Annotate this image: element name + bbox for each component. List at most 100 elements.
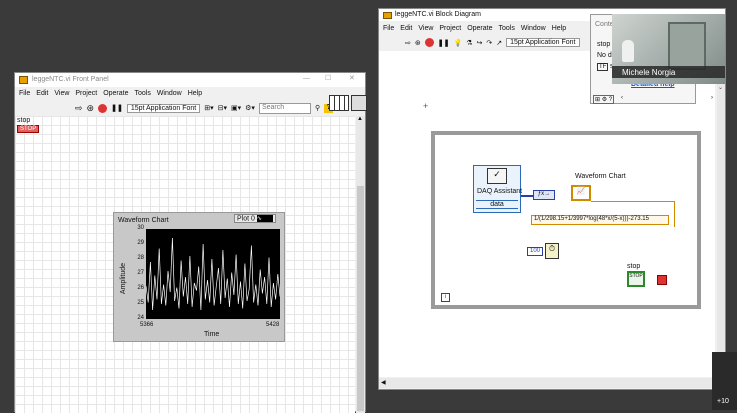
participants-overflow-tile[interactable]: +10 xyxy=(712,352,737,410)
resize-icon[interactable]: ▣▾ xyxy=(231,104,241,112)
bd-menu-file[interactable]: File xyxy=(383,25,394,32)
context-item-type-icon: TF xyxy=(597,63,609,71)
labview-vi-icon-bd xyxy=(383,12,392,19)
retain-wire-icon[interactable]: ⚗ xyxy=(466,39,472,47)
y-tick-27: 27 xyxy=(137,270,144,276)
bd-font-select[interactable]: 15pt Application Font xyxy=(506,38,580,47)
bd-abort-icon[interactable] xyxy=(424,38,434,47)
stop-control-label: stop xyxy=(17,117,31,124)
front-panel-canvas[interactable]: stop STOP Waveform Chart Plot 0 ∿ Amplit… xyxy=(15,116,355,413)
bd-run-arrow-icon[interactable]: ⇨ xyxy=(405,39,411,47)
context-scroll-right-icon[interactable]: › xyxy=(711,95,713,101)
scroll-thumb[interactable] xyxy=(357,186,364,411)
connector-pane-icon[interactable] xyxy=(329,95,349,111)
daq-assistant-node[interactable]: ✓ DAQ Assistant data xyxy=(473,165,522,213)
x-axis-label: Time xyxy=(204,331,220,338)
menu-help[interactable]: Help xyxy=(188,90,202,97)
x-tick-start: 5366 xyxy=(140,322,154,328)
vertical-scrollbar[interactable]: ▲ xyxy=(356,116,365,413)
bd-vertical-scrollbar[interactable] xyxy=(717,51,725,377)
wait-constant[interactable]: 100 xyxy=(527,247,543,256)
participant-video-tile[interactable]: Michele Norgia ⌄ xyxy=(612,14,725,91)
scroll-up-icon[interactable]: ▲ xyxy=(357,116,363,122)
participant-name: Michele Norgia xyxy=(622,68,676,77)
context-toolbar-icons[interactable]: ⊞ ⚙ ? xyxy=(593,95,615,104)
pause-icon[interactable]: ❚❚ xyxy=(111,104,123,112)
loop-condition-icon[interactable] xyxy=(657,275,667,285)
y-tick-28: 28 xyxy=(137,255,144,261)
bd-menu-help[interactable]: Help xyxy=(552,25,566,32)
bd-horizontal-scrollbar[interactable]: ◀ xyxy=(379,378,717,388)
cursor-crosshair-icon: + xyxy=(423,101,429,111)
front-panel-titlebar[interactable]: leggeNTC.vi Front Panel — ☐ ✕ xyxy=(15,73,365,87)
y-tick-30: 30 xyxy=(137,225,144,231)
menu-view[interactable]: View xyxy=(54,90,69,97)
labview-vi-icon xyxy=(19,76,28,84)
participant-avatar xyxy=(622,40,634,62)
front-panel-window: leggeNTC.vi Front Panel — ☐ ✕ File Edit Vi… xyxy=(14,72,367,413)
waveform-chart: Waveform Chart Plot 0 ∿ Amplitude 30 29 … xyxy=(113,212,285,342)
chart-plot-area[interactable] xyxy=(146,229,280,319)
y-tick-25: 25 xyxy=(137,300,144,306)
menu-project[interactable]: Project xyxy=(75,90,97,97)
font-select[interactable]: 15pt Application Font xyxy=(126,103,201,113)
context-scroll-left-icon[interactable]: ‹ xyxy=(621,95,623,101)
stop-button[interactable]: STOP xyxy=(17,125,40,133)
menu-tools[interactable]: Tools xyxy=(134,90,150,97)
menu-operate[interactable]: Operate xyxy=(103,90,128,97)
daq-assistant-icon: ✓ xyxy=(487,168,507,184)
menu-window[interactable]: Window xyxy=(157,90,182,97)
distribute-icon[interactable]: ⊟▾ xyxy=(218,104,227,112)
align-icon[interactable]: ⊞▾ xyxy=(204,104,213,112)
bd-menu-tools[interactable]: Tools xyxy=(498,25,514,32)
y-tick-26: 26 xyxy=(137,285,144,291)
step-icon[interactable]: ↪ xyxy=(476,39,482,47)
front-panel-toolbar: ⇨ ⊛ ❚❚ 15pt Application Font ⊞▾ ⊟▾ ▣▾ ⚙▾… xyxy=(75,102,334,114)
plot-legend[interactable]: Plot 0 ∿ xyxy=(234,214,276,224)
y-axis-label: Amplitude xyxy=(120,262,128,295)
maximize-icon[interactable]: ☐ xyxy=(325,74,331,82)
daq-data-terminal[interactable]: data xyxy=(476,200,518,209)
daq-wire xyxy=(521,195,533,197)
scroll-left-icon[interactable]: ◀ xyxy=(381,379,386,386)
context-help-title: Conte xyxy=(595,21,614,28)
menu-file[interactable]: File xyxy=(19,90,30,97)
waveform-chart-terminal[interactable]: 📈 xyxy=(571,185,591,201)
highlight-execution-icon[interactable]: 💡 xyxy=(453,39,462,47)
bd-menu-view[interactable]: View xyxy=(418,25,433,32)
block-diagram-toolbar: ⇨ ⊛ ❚❚ 💡 ⚗ ↪ ↷ ↗ 15pt Application Font xyxy=(405,37,580,48)
search-icon[interactable]: ⚲ xyxy=(315,104,320,112)
formula-node[interactable]: 1/(1/298.15+1/3997*log(48*x/(5-x)))-273.… xyxy=(531,215,669,225)
abort-icon[interactable] xyxy=(98,103,108,113)
run-continuous-icon[interactable]: ⊛ xyxy=(87,103,95,114)
bd-run-continuous-icon[interactable]: ⊛ xyxy=(415,39,421,47)
y-tick-29: 29 xyxy=(137,240,144,246)
run-arrow-icon[interactable]: ⇨ xyxy=(75,103,83,114)
menu-edit[interactable]: Edit xyxy=(36,90,48,97)
bd-pause-icon[interactable]: ❚❚ xyxy=(438,39,450,47)
stop-terminal-label: stop xyxy=(627,263,641,270)
close-icon[interactable]: ✕ xyxy=(349,74,355,82)
bd-menu-operate[interactable]: Operate xyxy=(467,25,492,32)
bd-menu-window[interactable]: Window xyxy=(521,25,546,32)
plot-line-icon: ∿ xyxy=(256,215,273,222)
context-item-stop: stop xyxy=(597,41,611,48)
minimize-icon[interactable]: — xyxy=(303,75,310,82)
while-loop[interactable]: ✓ DAQ Assistant data ƒx→ 📈 Waveform Char… xyxy=(431,131,701,309)
video-scroll-chevron-icon[interactable]: ⌄ xyxy=(718,84,723,91)
wait-ms-icon[interactable]: ⏱ xyxy=(545,243,559,259)
block-diagram-menubar: File Edit View Project Operate Tools Window Hel… xyxy=(383,25,572,35)
participant-name-bar: Michele Norgia xyxy=(612,66,725,78)
block-diagram-title: leggeNTC.vi Block Diagram xyxy=(395,11,481,18)
bd-menu-edit[interactable]: Edit xyxy=(400,25,412,32)
bd-menu-project[interactable]: Project xyxy=(439,25,461,32)
stop-terminal[interactable]: STOP xyxy=(627,271,645,287)
vi-icon[interactable] xyxy=(351,95,367,111)
reorder-icon[interactable]: ⚙▾ xyxy=(245,104,255,112)
step-over-icon[interactable]: ↷ xyxy=(486,39,492,47)
participants-more-count: +10 xyxy=(717,398,729,405)
search-input[interactable]: Search xyxy=(258,102,311,114)
convert-from-dynamic-node[interactable]: ƒx→ xyxy=(533,190,555,200)
step-out-icon[interactable]: ↗ xyxy=(496,39,502,47)
front-panel-title: leggeNTC.vi Front Panel xyxy=(32,76,109,83)
